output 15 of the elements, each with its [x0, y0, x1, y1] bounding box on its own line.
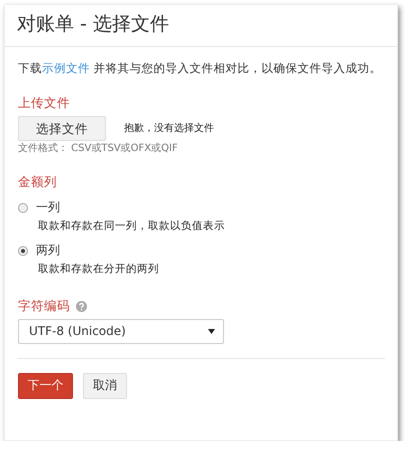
intro-text: 下载示例文件 并将其与您的导入文件相对比，以确保文件导入成功。	[18, 60, 383, 76]
option-label: 一列	[36, 201, 60, 215]
file-formats-text: 文件格式： CSV或TSV或OFX或QIF	[18, 143, 179, 155]
section-heading: 字符编码	[18, 298, 70, 314]
option-description: 取款和存款在分开的两列	[38, 262, 160, 275]
option-label: 两列	[36, 244, 60, 258]
cancel-button[interactable]: 取消	[83, 373, 127, 400]
file-status: 抱歉，没有选择文件	[124, 122, 214, 134]
dialog-title: 对账单 - 选择文件	[17, 14, 170, 36]
encoding-select[interactable]: UTF-8 (Unicode)	[18, 319, 224, 344]
section-heading: 上传文件	[18, 96, 70, 110]
section-heading: 金额列	[18, 174, 57, 190]
option-description: 取款和存款在同一列，取款以负值表示	[38, 220, 226, 232]
next-button[interactable]: 下一个	[18, 373, 73, 400]
choose-file-button[interactable]: 选择文件	[18, 116, 106, 142]
